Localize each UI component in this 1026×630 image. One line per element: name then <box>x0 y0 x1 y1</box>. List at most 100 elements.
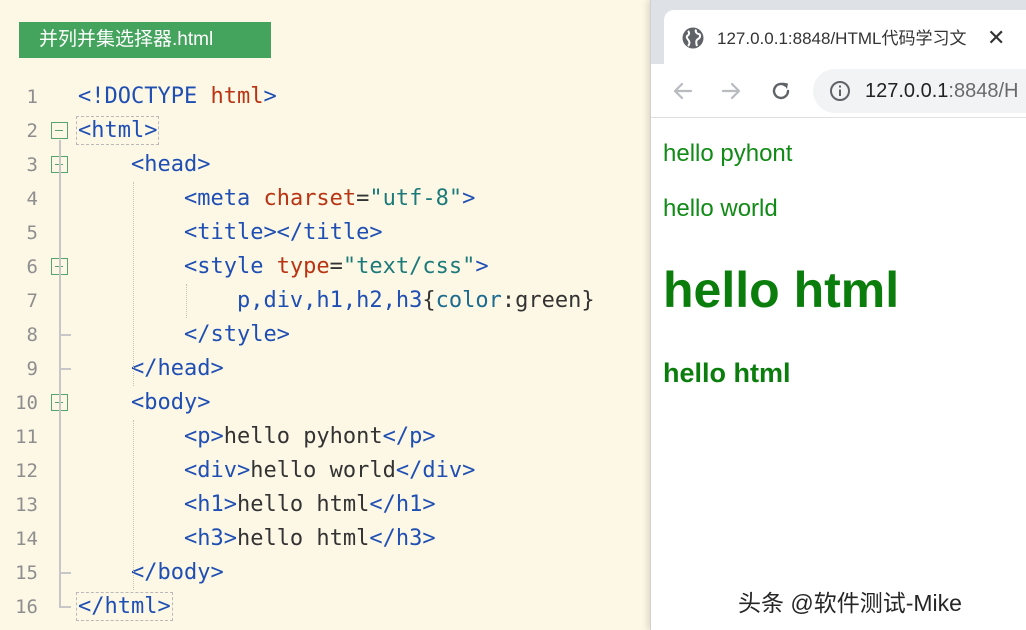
arrow-left-icon[interactable] <box>669 77 697 105</box>
url-text[interactable]: 127.0.0.1:8848/H <box>865 78 1018 104</box>
browser-tab-title[interactable]: 127.0.0.1:8848/HTML代码学习文 <box>717 27 979 51</box>
code-text[interactable]: <meta charset="utf-8"> <box>78 182 475 216</box>
code-line[interactable]: 2 <html> <box>0 114 650 148</box>
fold-end-marker <box>59 334 71 336</box>
code-token: > <box>462 186 476 211</box>
code-line[interactable]: 14 <h3>hello html</h3> <box>0 522 650 556</box>
address-bar[interactable]: 127.0.0.1:8848/H <box>813 69 1026 113</box>
code-text[interactable]: <div>hello world</div> <box>78 454 475 488</box>
code-token: <meta <box>183 186 264 211</box>
rendered-paragraph: hello pyhont <box>663 140 793 167</box>
url-host: 127.0.0.1 <box>865 80 949 102</box>
code-token: charset <box>263 186 357 211</box>
code-line[interactable]: 9 </head> <box>0 352 650 386</box>
code-text[interactable]: <html> <box>75 114 160 148</box>
code-line[interactable]: 7 p,div,h1,h2,h3{color:green} <box>0 284 650 318</box>
code-line[interactable]: 12 <div>hello world</div> <box>0 454 650 488</box>
code-line[interactable]: 10 <body> <box>0 386 650 420</box>
code-token: </body> <box>130 560 224 585</box>
indent-guide <box>133 420 134 590</box>
browser-tab-strip: 127.0.0.1:8848/HTML代码学习文 ✕ <box>651 0 1026 64</box>
indent-guide <box>186 284 187 318</box>
code-token: > <box>263 84 277 109</box>
rendered-page: hello pyhont hello world hello html hell… <box>651 118 1026 630</box>
code-token: <title></title> <box>183 220 383 245</box>
line-number: 4 <box>26 188 38 210</box>
line-number: 8 <box>26 324 38 346</box>
line-number: 12 <box>15 460 38 482</box>
code-token: </style> <box>183 322 290 347</box>
code-text[interactable]: <title></title> <box>78 216 383 250</box>
code-token: = <box>356 186 370 211</box>
info-icon[interactable] <box>829 80 851 102</box>
line-number: 15 <box>15 562 38 584</box>
collapse-icon[interactable] <box>51 122 68 139</box>
code-text[interactable]: </head> <box>78 352 224 386</box>
code-line[interactable]: 6 <style type="text/css"> <box>0 250 650 284</box>
code-text[interactable]: <!DOCTYPE html> <box>78 80 277 114</box>
code-text[interactable]: <h1>hello html</h1> <box>78 488 436 522</box>
arrow-right-icon[interactable] <box>717 77 745 105</box>
fold-end-marker <box>59 606 71 608</box>
code-line[interactable]: 8 </style> <box>0 318 650 352</box>
code-line[interactable]: 5 <title></title> <box>0 216 650 250</box>
code-token: hello world <box>250 458 396 483</box>
code-text[interactable]: <p>hello pyhont</p> <box>78 420 436 454</box>
url-path: :8848/H <box>948 80 1019 102</box>
line-number: 11 <box>15 426 38 448</box>
code-token: type <box>276 254 330 279</box>
line-number: 14 <box>15 528 38 550</box>
code-text[interactable]: <style type="text/css"> <box>78 250 489 284</box>
code-line[interactable]: 1 <!DOCTYPE html> <box>0 80 650 114</box>
code-line[interactable]: 16 </html> <box>0 590 650 624</box>
code-line[interactable]: 15 </body> <box>0 556 650 590</box>
line-number: 10 <box>15 392 38 414</box>
code-token: </head> <box>130 356 224 381</box>
code-text[interactable]: </style> <box>78 318 290 352</box>
code-token: </h3> <box>369 526 436 551</box>
code-line[interactable]: 13 <h1>hello html</h1> <box>0 488 650 522</box>
line-number: 7 <box>26 290 38 312</box>
fold-end-marker <box>59 368 71 370</box>
code-token: <body> <box>130 390 211 415</box>
code-token: > <box>475 254 489 279</box>
file-tab[interactable]: 并列并集选择器.html <box>19 22 271 58</box>
code-token: color <box>435 288 502 313</box>
code-token: <!DOCTYPE <box>78 84 211 109</box>
reload-icon[interactable] <box>767 77 795 105</box>
line-number: 16 <box>15 596 38 618</box>
code-editor[interactable]: 并列并集选择器.html 1 <!DOCTYPE html> 2 <html> 3 <h… <box>0 0 650 630</box>
code-token: html <box>210 84 264 109</box>
code-token: = <box>329 254 343 279</box>
code-token: :green} <box>501 288 595 313</box>
code-line[interactable]: 11 <p>hello pyhont</p> <box>0 420 650 454</box>
code-token: <div> <box>183 458 251 483</box>
line-number: 9 <box>26 358 38 380</box>
code-text[interactable]: </body> <box>78 556 224 590</box>
close-tab-icon[interactable]: ✕ <box>987 24 1005 52</box>
rendered-heading-1: hello html <box>663 262 900 318</box>
browser-window: 127.0.0.1:8848/HTML代码学习文 ✕ 127.0.0.1:884… <box>650 0 1026 630</box>
fold-guide <box>59 174 61 369</box>
code-line[interactable]: 4 <meta charset="utf-8"> <box>0 182 650 216</box>
code-text[interactable]: <h3>hello html</h3> <box>78 522 436 556</box>
code-text[interactable]: <head> <box>78 148 210 182</box>
code-token: { <box>422 288 436 313</box>
code-text[interactable]: </html> <box>76 590 173 624</box>
code-token: <h1> <box>183 492 237 517</box>
code-text[interactable]: <body> <box>78 386 210 420</box>
code-line[interactable]: 3 <head> <box>0 148 650 182</box>
code-token: <style <box>183 254 277 279</box>
code-token: p,div,h1,h2,h3 <box>236 288 423 313</box>
code-token: <html> <box>75 116 160 145</box>
line-number: 13 <box>15 494 38 516</box>
code-text[interactable]: p,div,h1,h2,h3{color:green} <box>78 284 595 318</box>
